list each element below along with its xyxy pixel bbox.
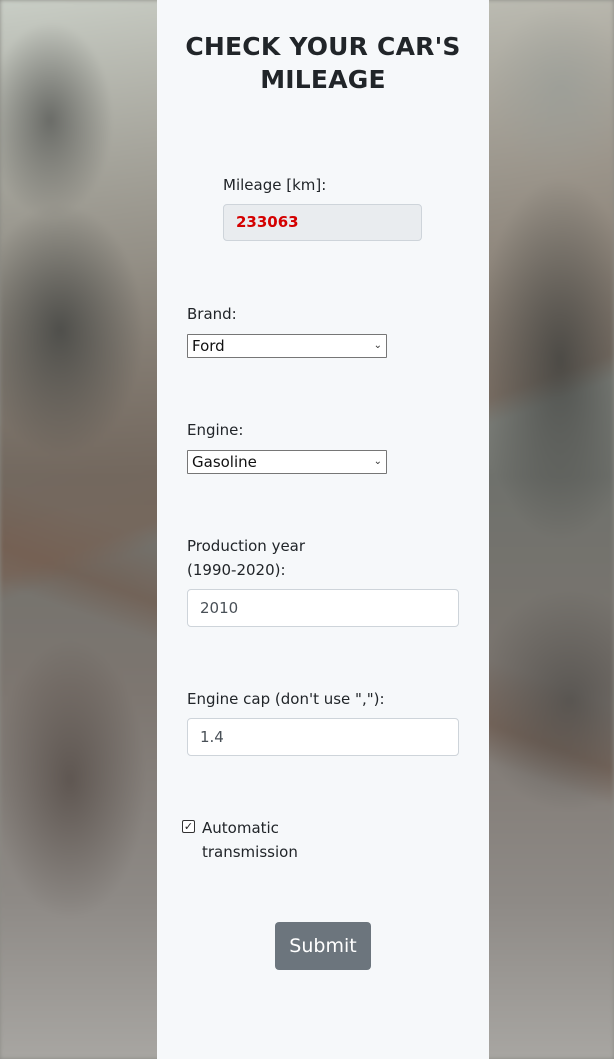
engine-cap-input[interactable]: 1.4 bbox=[187, 718, 459, 756]
engine-label: Engine: bbox=[187, 421, 244, 439]
brand-select[interactable]: Ford ⌄ bbox=[187, 334, 387, 358]
chevron-down-icon: ⌄ bbox=[373, 340, 382, 351]
form-panel: CHECK YOUR CAR'S MILEAGE Mileage [km]: 2… bbox=[157, 0, 489, 1059]
production-year-label-line2: (1990-2020): bbox=[187, 561, 286, 579]
production-year-input[interactable]: 2010 bbox=[187, 589, 459, 627]
brand-select-value: Ford bbox=[192, 337, 225, 355]
submit-button[interactable]: Submit bbox=[275, 922, 371, 970]
mileage-output: 233063 bbox=[223, 204, 422, 241]
brand-label: Brand: bbox=[187, 305, 237, 323]
chevron-down-icon: ⌄ bbox=[373, 456, 382, 467]
automatic-label-line2: transmission bbox=[202, 843, 298, 861]
engine-select[interactable]: Gasoline ⌄ bbox=[187, 450, 387, 474]
automatic-label-line1: Automatic bbox=[202, 819, 279, 837]
mileage-label: Mileage [km]: bbox=[223, 176, 327, 194]
engine-cap-label: Engine cap (don't use ","): bbox=[187, 690, 385, 708]
automatic-transmission-checkbox[interactable]: ✓ bbox=[182, 820, 195, 833]
page-title: CHECK YOUR CAR'S MILEAGE bbox=[185, 32, 461, 94]
engine-select-value: Gasoline bbox=[192, 453, 257, 471]
production-year-label-line1: Production year bbox=[187, 537, 306, 555]
